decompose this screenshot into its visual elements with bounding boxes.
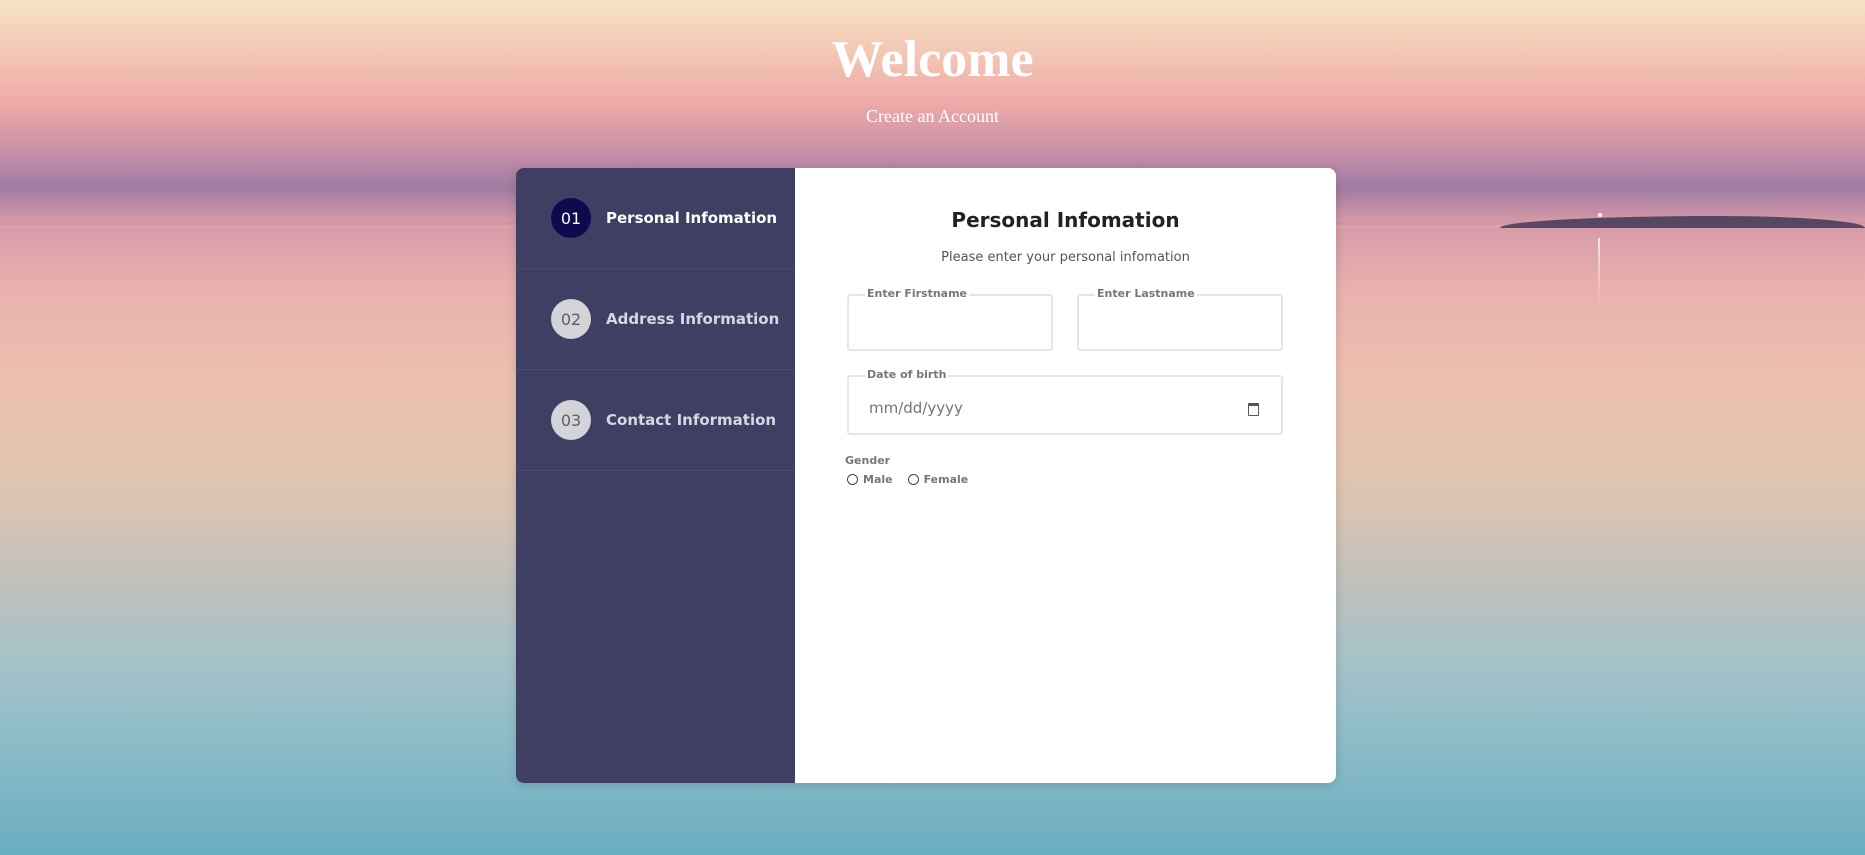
male-label: Male <box>863 473 893 486</box>
form-panel: Personal Infomation Please enter your pe… <box>795 168 1336 783</box>
page-title: Welcome <box>831 31 1034 88</box>
gender-radio-group: Male Female <box>847 473 983 486</box>
lastname-legend: Enter Lastname <box>1095 287 1197 300</box>
background-island <box>1500 216 1865 228</box>
lastname-field[interactable]: Enter Lastname <box>1077 287 1283 351</box>
step-number: 03 <box>551 400 591 440</box>
step-label: Address Information <box>606 310 780 328</box>
step-label: Contact Information <box>606 411 777 429</box>
signup-card: 01 Personal Infomation 02 Address Inform… <box>516 168 1336 783</box>
step-address-information[interactable]: 02 Address Information <box>516 269 795 370</box>
step-personal-information[interactable]: 01 Personal Infomation <box>516 168 795 269</box>
firstname-field[interactable]: Enter Firstname <box>847 287 1053 351</box>
female-label: Female <box>923 473 969 486</box>
gender-label: Gender <box>845 454 891 467</box>
form-subtitle: Please enter your personal infomation <box>941 250 1190 265</box>
step-number: 02 <box>551 299 591 339</box>
form-title: Personal Infomation <box>951 208 1180 232</box>
step-label: Personal Infomation <box>606 209 778 227</box>
step-number: 01 <box>551 198 591 238</box>
background-reflection <box>1598 238 1600 308</box>
page-heading: Welcome Create an Account <box>0 28 1865 127</box>
dob-input[interactable]: mm/dd/yyyy <box>869 399 963 417</box>
dob-field[interactable]: Date of birth mm/dd/yyyy <box>847 368 1283 435</box>
calendar-icon[interactable] <box>1248 403 1259 416</box>
steps-sidebar: 01 Personal Infomation 02 Address Inform… <box>516 168 795 783</box>
male-radio[interactable] <box>847 474 858 485</box>
page-subtitle: Create an Account <box>866 106 999 126</box>
background-light <box>1598 213 1602 217</box>
step-contact-information[interactable]: 03 Contact Information <box>516 370 795 471</box>
female-radio[interactable] <box>907 474 919 485</box>
firstname-legend: Enter Firstname <box>865 287 970 300</box>
dob-legend: Date of birth <box>865 368 949 381</box>
